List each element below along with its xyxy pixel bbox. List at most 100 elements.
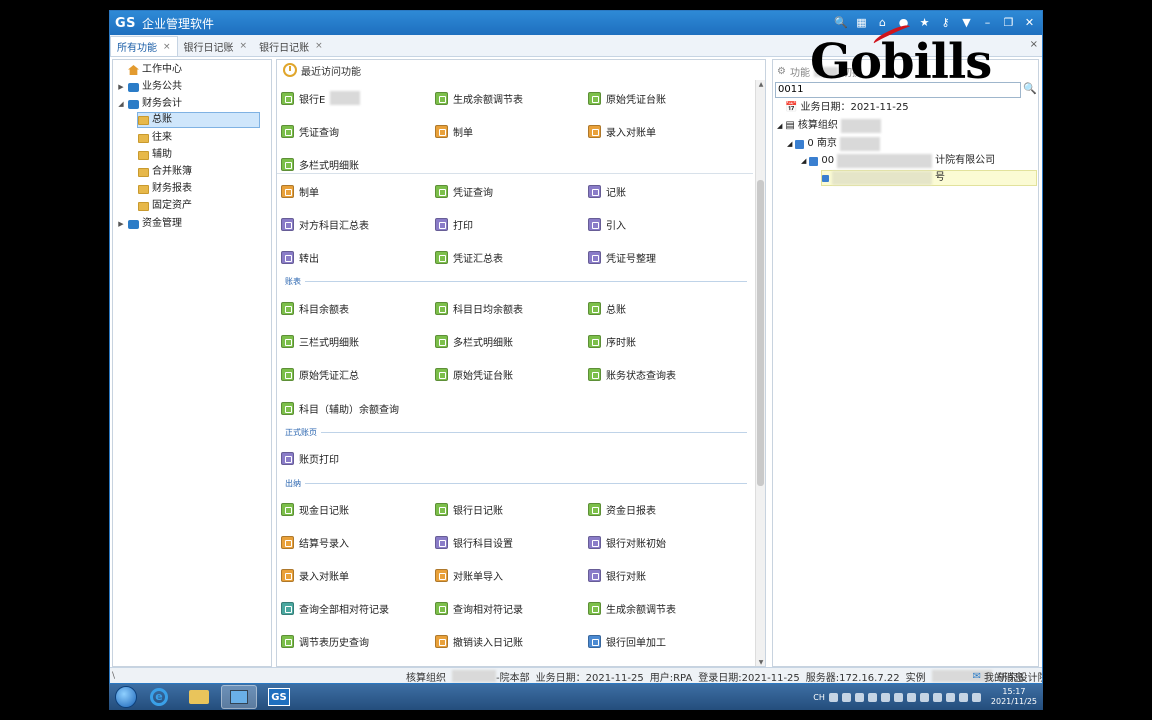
fn-make-voucher[interactable]: 制单 — [281, 182, 319, 200]
vertical-scrollbar[interactable]: ▲ ▼ — [755, 80, 765, 666]
tray-icon[interactable] — [880, 692, 890, 702]
collapse-arrow-icon[interactable]: ◢ — [801, 153, 806, 169]
fn-voucher-query[interactable]: 凭证查询 — [435, 182, 493, 200]
fn-recent-enter-statement[interactable]: 录入对账单 — [588, 122, 656, 140]
fn-bank-recon[interactable]: 银行对账 — [588, 566, 646, 584]
fn-print[interactable]: 打印 — [435, 215, 473, 233]
fn-recent-balance-adjust[interactable]: 生成余额调节表 — [435, 89, 523, 107]
scroll-down-icon[interactable]: ▼ — [756, 658, 765, 666]
tray-icon[interactable] — [919, 692, 929, 702]
start-button[interactable] — [115, 686, 137, 708]
key-icon[interactable]: ⚷ — [939, 11, 952, 35]
scroll-up-icon[interactable]: ▲ — [756, 80, 765, 90]
taskbar-window[interactable] — [221, 685, 257, 709]
expand-arrow-icon[interactable]: ▶ — [117, 216, 125, 232]
fn-voucher-renumber[interactable]: 凭证号整理 — [588, 248, 656, 266]
tree-item-fixed-assets[interactable]: 固定资产 — [138, 198, 192, 214]
close-icon[interactable]: ✕ — [1023, 11, 1036, 35]
fn-import[interactable]: 引入 — [588, 215, 626, 233]
tree-item-receivables[interactable]: 往来 — [138, 130, 172, 146]
fn-account-balance[interactable]: 科目余额表 — [281, 299, 349, 317]
tray-icon[interactable] — [932, 692, 942, 702]
tab-bank-journal-1[interactable]: 银行日记账 × — [178, 36, 254, 56]
tab-close-icon[interactable]: × — [315, 41, 323, 51]
fn-settlement-entry[interactable]: 结算号录入 — [281, 533, 349, 551]
fn-recent-make-voucher[interactable]: 制单 — [435, 122, 473, 140]
fn-bank-receipt[interactable]: 银行回单加工 — [588, 632, 666, 650]
search-icon[interactable]: 🔍 — [1023, 82, 1037, 98]
fn-recent-voucher-query[interactable]: 凭证查询 — [281, 122, 339, 140]
fn-enter-statement[interactable]: 录入对账单 — [281, 566, 349, 584]
fn-three-column[interactable]: 三栏式明细账 — [281, 332, 359, 350]
node-nanjing[interactable]: ◢ 0 南京 — [787, 136, 880, 152]
search-icon[interactable]: 🔍 — [834, 11, 848, 35]
fn-balance-adjust[interactable]: 生成余额调节表 — [588, 599, 676, 617]
star-icon[interactable]: ★ — [918, 11, 931, 35]
tree-item-business-common[interactable]: ▶ 业务公共 — [117, 79, 182, 95]
tab-all-functions[interactable]: 所有功能 × — [110, 36, 178, 56]
fn-daily-avg-balance[interactable]: 科目日均余额表 — [435, 299, 523, 317]
fn-undo-journal-read[interactable]: 撤销读入日记账 — [435, 632, 523, 650]
taskbar-ie[interactable]: e — [141, 685, 177, 709]
tree-item-general-ledger[interactable]: 总账 — [137, 112, 260, 128]
my-messages[interactable]: ✉ 我的消息 — [973, 669, 1024, 684]
fn-recent-multi-column[interactable]: 多栏式明细账 — [281, 155, 359, 173]
node-business-date[interactable]: 📅 业务日期：2021-11-25 — [785, 100, 909, 116]
volume-icon[interactable] — [971, 692, 981, 702]
collapse-arrow-icon[interactable]: ◢ — [117, 96, 125, 112]
fn-adjust-history[interactable]: 调节表历史查询 — [281, 632, 369, 650]
fn-counter-account-summary[interactable]: 对方科目汇总表 — [281, 215, 369, 233]
fn-general-ledger[interactable]: 总账 — [588, 299, 626, 317]
node-company[interactable]: ◢ 00 计院有限公司 — [801, 153, 995, 169]
fn-voucher-summary-original[interactable]: 原始凭证汇总 — [281, 365, 359, 383]
fn-export[interactable]: 转出 — [281, 248, 319, 266]
tree-item-auxiliary[interactable]: 辅助 — [138, 147, 172, 163]
fn-query-all-matched[interactable]: 查询全部相对符记录 — [281, 599, 389, 617]
grid-icon[interactable]: ▦ — [855, 11, 868, 35]
fn-multi-column[interactable]: 多栏式明细账 — [435, 332, 513, 350]
tab-bank-journal-2[interactable]: 银行日记账 × — [253, 36, 329, 56]
ime-icon[interactable] — [828, 692, 838, 702]
tree-item-consolidated[interactable]: 合并账簿 — [138, 164, 192, 180]
fn-fund-daily-report[interactable]: 资金日报表 — [588, 500, 656, 518]
fn-voucher-ledger[interactable]: 原始凭证台账 — [435, 365, 513, 383]
node-accounting-org[interactable]: ◢ ▤ 核算组织 — [777, 118, 881, 134]
tray-icon[interactable] — [854, 692, 864, 702]
collapse-arrow-icon[interactable]: ◢ — [777, 118, 782, 134]
fn-aux-balance-query[interactable]: 科目（辅助）余额查询 — [281, 399, 399, 417]
fn-bank-journal[interactable]: 银行日记账 — [435, 500, 503, 518]
node-selected-account[interactable]: 号 — [821, 170, 1037, 186]
tray-icon[interactable] — [841, 692, 851, 702]
tab-close-icon[interactable]: × — [163, 42, 171, 52]
fn-cash-journal[interactable]: 现金日记账 — [281, 500, 349, 518]
fn-voucher-summary[interactable]: 凭证汇总表 — [435, 248, 503, 266]
scroll-thumb[interactable] — [757, 180, 764, 486]
taskbar-gs[interactable]: GS — [261, 685, 297, 709]
tray-icon[interactable] — [867, 692, 877, 702]
tree-item-fund-management[interactable]: ▶ 资金管理 — [117, 216, 182, 232]
fn-bank-recon-init[interactable]: 银行对账初始 — [588, 533, 666, 551]
expand-arrow-icon[interactable]: ▶ — [117, 79, 125, 95]
close-all-tabs-icon[interactable]: × — [1030, 39, 1038, 50]
fn-post[interactable]: 记账 — [588, 182, 626, 200]
minimize-icon[interactable]: – — [981, 11, 994, 35]
dropdown-icon[interactable]: ▼ — [960, 11, 973, 35]
fn-account-status[interactable]: 账务状态查询表 — [588, 365, 676, 383]
tray-icon[interactable] — [906, 692, 916, 702]
taskbar-explorer[interactable] — [181, 685, 217, 709]
tab-close-icon[interactable]: × — [240, 41, 248, 51]
fn-recent-bank-e[interactable]: 银行E — [281, 89, 361, 107]
fn-page-print[interactable]: 账页打印 — [281, 449, 339, 467]
fn-query-matched[interactable]: 查询相对符记录 — [435, 599, 523, 617]
clock[interactable]: 15:17 2021/11/25 — [991, 687, 1037, 707]
tree-item-finance[interactable]: ◢ 财务会计 — [117, 96, 182, 112]
fn-statement-import[interactable]: 对账单导入 — [435, 566, 503, 584]
tray-icon[interactable] — [893, 692, 903, 702]
tray-icon[interactable] — [945, 692, 955, 702]
network-icon[interactable] — [958, 692, 968, 702]
collapse-arrow-icon[interactable]: ◢ — [787, 136, 792, 152]
fn-chronological[interactable]: 序时账 — [588, 332, 636, 350]
fn-bank-account-setup[interactable]: 银行科目设置 — [435, 533, 513, 551]
tree-item-financial-reports[interactable]: 财务报表 — [138, 181, 192, 197]
restore-icon[interactable]: ❐ — [1002, 11, 1015, 35]
